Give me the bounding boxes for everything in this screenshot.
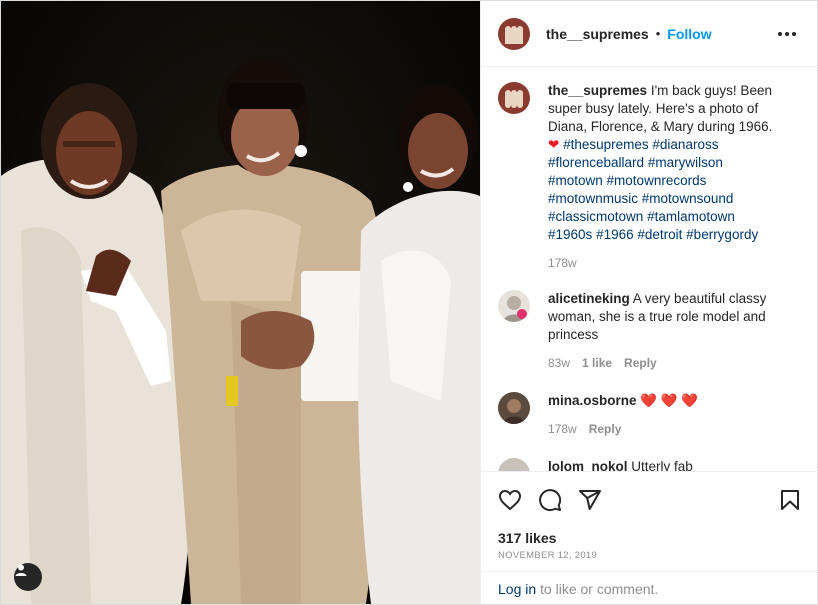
- login-link[interactable]: Log in: [498, 581, 536, 597]
- commenter-avatar[interactable]: [498, 392, 530, 424]
- hashtag[interactable]: #classicmotown: [548, 209, 643, 224]
- post-side-panel: the__supremes • Follow the__supremes I'm…: [480, 1, 818, 604]
- caption-timestamp[interactable]: 178w: [548, 254, 577, 272]
- likes-count[interactable]: 317 likes: [498, 530, 556, 546]
- reply-button[interactable]: Reply: [589, 420, 622, 438]
- header-separator: •: [655, 26, 661, 41]
- follow-button[interactable]: Follow: [667, 26, 711, 42]
- caption: the__supremes I'm back guys! Been super …: [498, 82, 798, 272]
- post-photo[interactable]: [1, 1, 480, 604]
- comment-likes[interactable]: 1 like: [582, 354, 612, 372]
- hashtag[interactable]: #detroit: [637, 227, 682, 242]
- comment-timestamp[interactable]: 83w: [548, 354, 570, 372]
- tagged-user-icon[interactable]: [14, 563, 42, 591]
- like-heart-icon[interactable]: [498, 488, 522, 512]
- hashtag[interactable]: #1960s: [548, 227, 592, 242]
- hashtag[interactable]: #marywilson: [648, 155, 723, 170]
- hashtag[interactable]: #florenceballard: [548, 155, 644, 170]
- commenter-avatar[interactable]: [498, 290, 530, 322]
- hashtag[interactable]: #1966: [596, 227, 634, 242]
- author-avatar[interactable]: [498, 82, 530, 114]
- comment-item: lolom_nokol Utterly fab: [498, 458, 798, 471]
- author-username[interactable]: the__supremes: [546, 26, 649, 42]
- comments-list[interactable]: the__supremes I'm back guys! Been super …: [481, 68, 818, 471]
- login-prompt-text: to like or comment.: [536, 581, 659, 597]
- save-bookmark-icon[interactable]: [778, 488, 802, 512]
- author-avatar[interactable]: [498, 17, 530, 50]
- hashtag[interactable]: #motown: [548, 173, 603, 188]
- hashtag[interactable]: #berrygordy: [686, 227, 758, 242]
- post-date[interactable]: NOVEMBER 12, 2019: [498, 550, 597, 561]
- comment-timestamp[interactable]: 178w: [548, 420, 577, 438]
- comment-icon[interactable]: [538, 488, 562, 512]
- post-header: the__supremes • Follow: [481, 1, 818, 67]
- hashtag[interactable]: #thesupremes: [563, 137, 649, 152]
- comment-item: alicetineking A very beautiful classy wo…: [498, 290, 798, 372]
- caption-username[interactable]: the__supremes: [548, 83, 647, 98]
- comment-item: mina.osborne ❤️ ❤️ ❤️ 178w Reply: [498, 392, 798, 438]
- login-prompt: Log in to like or comment.: [481, 571, 818, 604]
- commenter-username[interactable]: lolom_nokol: [548, 459, 628, 471]
- comment-text: ❤️ ❤️ ❤️: [640, 393, 699, 408]
- more-options-icon[interactable]: [778, 25, 796, 43]
- hashtag[interactable]: #motownmusic: [548, 191, 638, 206]
- share-icon[interactable]: [578, 488, 602, 512]
- commenter-username[interactable]: mina.osborne: [548, 393, 637, 408]
- hashtag[interactable]: #motownsound: [642, 191, 734, 206]
- hashtag[interactable]: #tamlamotown: [647, 209, 735, 224]
- reply-button[interactable]: Reply: [624, 354, 657, 372]
- instagram-post: the__supremes • Follow the__supremes I'm…: [0, 0, 818, 605]
- commenter-avatar[interactable]: [498, 458, 530, 471]
- heart-emoji: ❤: [548, 137, 560, 152]
- comment-text: Utterly fab: [631, 459, 693, 471]
- photo-illustration: [1, 1, 480, 604]
- post-actions: 317 likes NOVEMBER 12, 2019: [481, 471, 818, 571]
- hashtag[interactable]: #dianaross: [652, 137, 718, 152]
- hashtag[interactable]: #motownrecords: [607, 173, 707, 188]
- commenter-username[interactable]: alicetineking: [548, 291, 630, 306]
